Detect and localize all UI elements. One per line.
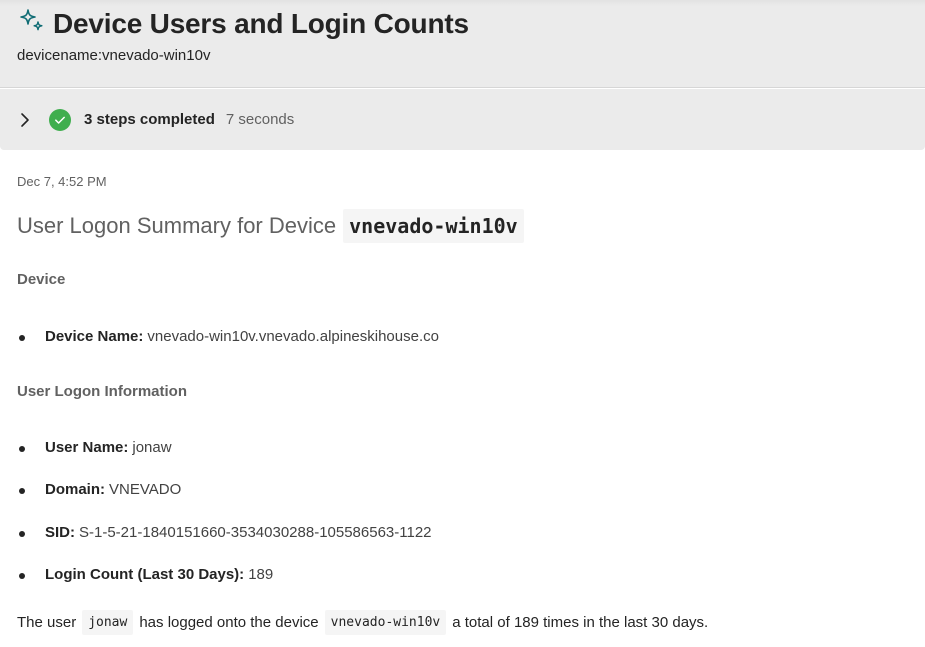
sparkle-icon [20,9,43,31]
list-item: Login Count (Last 30 Days): 189 [19,566,274,583]
title-row: Device Users and Login Counts [17,8,469,40]
item-value: 189 [248,566,274,583]
summary-user-code: jonaw [82,610,134,635]
item-key: SID: [45,524,75,541]
item-key: Device Name: [45,328,144,345]
check-circle-icon [49,108,71,131]
steps-completed-label: 3 steps completed [84,111,215,128]
device-section-label: Device [17,271,66,288]
page-title: Device Users and Login Counts [53,8,469,39]
summary-device-code: vnevado-win10v [324,610,447,635]
summary-part-1: The user [17,614,77,631]
bullet-dot [19,573,25,579]
list-item: SID: S-1-5-21-1840151660-3534030288-1055… [19,524,432,541]
query-subtitle: devicename:vnevado-win10v [17,47,211,64]
item-key: Domain: [45,481,105,498]
list-item: User Name: jonaw [19,439,172,456]
list-item: Domain: VNEVADO [19,481,182,498]
logon-section-label: User Logon Information [17,383,187,400]
heading-device-code: vnevado-win10v [343,209,524,243]
item-value: jonaw [132,439,172,456]
page-header: Device Users and Login Counts devicename… [0,0,925,88]
chevron-right-icon[interactable] [17,112,33,128]
list-item: Device Name: vnevado-win10v.vnevado.alpi… [19,328,439,345]
heading-text: User Logon Summary for Device [17,213,337,238]
summary-part-2: has logged onto the device [139,614,319,631]
bullet-dot [19,531,25,537]
item-value: VNEVADO [109,481,182,498]
item-key: User Name: [45,439,129,456]
bullet-dot [19,335,25,341]
message-timestamp: Dec 7, 4:52 PM [17,174,107,189]
response-heading: User Logon Summary for Device vnevado-wi… [17,209,524,243]
item-value: vnevado-win10v.vnevado.alpineskihouse.co [147,328,439,345]
bullet-dot [19,488,25,494]
steps-duration: 7 seconds [225,111,295,128]
summary-sentence: The user jonaw has logged onto the devic… [17,610,708,635]
bullet-dot [19,446,25,452]
item-value: S-1-5-21-1840151660-3534030288-105586563… [79,524,432,541]
steps-summary-bar[interactable]: 3 steps completed 7 seconds [0,89,925,150]
item-key: Login Count (Last 30 Days): [45,566,245,583]
summary-part-3: a total of 189 times in the last 30 days… [452,614,709,631]
